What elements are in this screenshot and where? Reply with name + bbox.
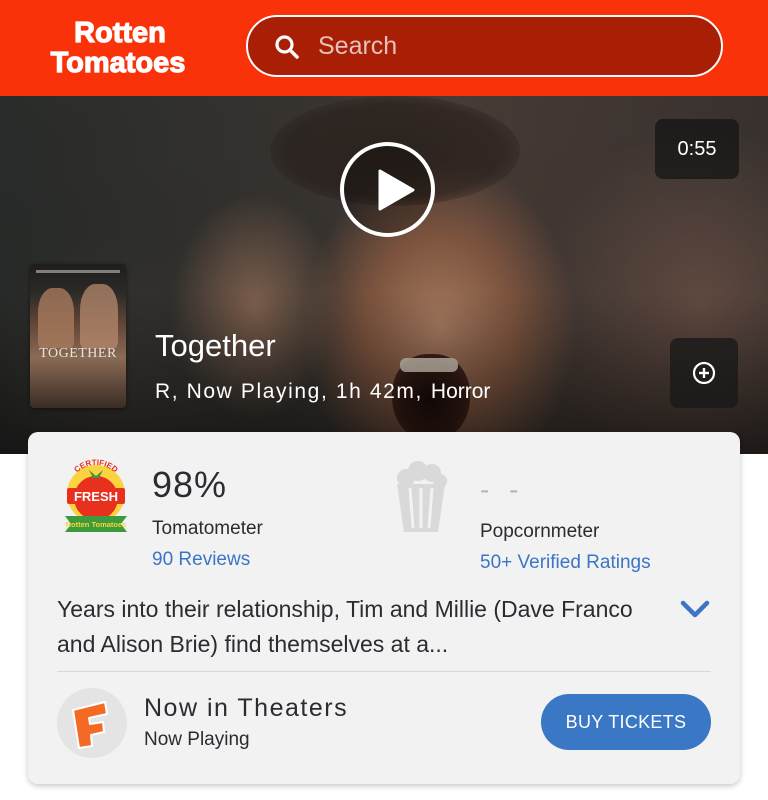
verified-ratings-link[interactable]: 50+ Verified Ratings	[480, 552, 651, 574]
poster-tagline	[36, 270, 120, 273]
logo-line1: Rotten	[74, 17, 166, 49]
popcornmeter-score: - -	[480, 474, 525, 505]
play-trailer-button[interactable]	[340, 142, 435, 237]
poster-title: TOGETHER	[39, 346, 117, 361]
badge-fresh-text: FRESH	[74, 489, 118, 504]
popcornmeter-label: Popcornmeter	[480, 521, 600, 542]
search-icon	[275, 35, 299, 59]
fandango-logo-mark	[72, 701, 108, 749]
certified-fresh-icon: CERTIFIED FRESH Rotten Tomatoes	[65, 458, 127, 532]
fandango-icon	[57, 688, 127, 758]
play-icon	[378, 169, 415, 211]
trailer-duration: 0:55	[655, 119, 739, 179]
movie-genre: Horror	[430, 380, 491, 403]
movie-meta: R, Now Playing, 1h 42m, Horror	[155, 380, 490, 404]
movie-rating-status-runtime: R, Now Playing, 1h 42m,	[155, 380, 423, 403]
poster-figure	[80, 284, 118, 348]
now-in-theaters-title: Now in Theaters	[144, 694, 349, 722]
logo-line2: Tomatoes	[51, 47, 186, 79]
tomatometer-label: Tomatometer	[152, 518, 263, 539]
search-bar[interactable]	[246, 15, 723, 77]
score-card: CERTIFIED FRESH Rotten Tomatoes 98% Toma…	[28, 432, 740, 784]
card-divider	[57, 671, 711, 672]
poster-figure	[38, 288, 74, 348]
movie-title: Together	[155, 328, 276, 363]
trailer-hero[interactable]: 0:55 TOGETHER Together R, Now Playing, 1…	[0, 96, 768, 454]
buy-tickets-button[interactable]: BUY TICKETS	[541, 694, 711, 750]
add-circle-icon	[692, 361, 716, 385]
site-header: Rotten Tomatoes	[0, 0, 768, 96]
rotten-tomatoes-logo[interactable]: Rotten Tomatoes	[20, 14, 220, 80]
reviews-count-link[interactable]: 90 Reviews	[152, 549, 250, 571]
add-to-watchlist-button[interactable]	[670, 338, 738, 408]
movie-synopsis: Years into their relationship, Tim and M…	[57, 596, 633, 657]
chevron-down-icon[interactable]	[680, 598, 710, 620]
search-input[interactable]	[318, 25, 698, 67]
now-playing-subtitle: Now Playing	[144, 729, 250, 750]
popcorn-icon	[397, 461, 447, 532]
movie-poster[interactable]: TOGETHER	[30, 264, 126, 408]
tomatometer-score: 98%	[152, 464, 228, 505]
badge-brand-text: Rotten Tomatoes	[66, 520, 127, 529]
